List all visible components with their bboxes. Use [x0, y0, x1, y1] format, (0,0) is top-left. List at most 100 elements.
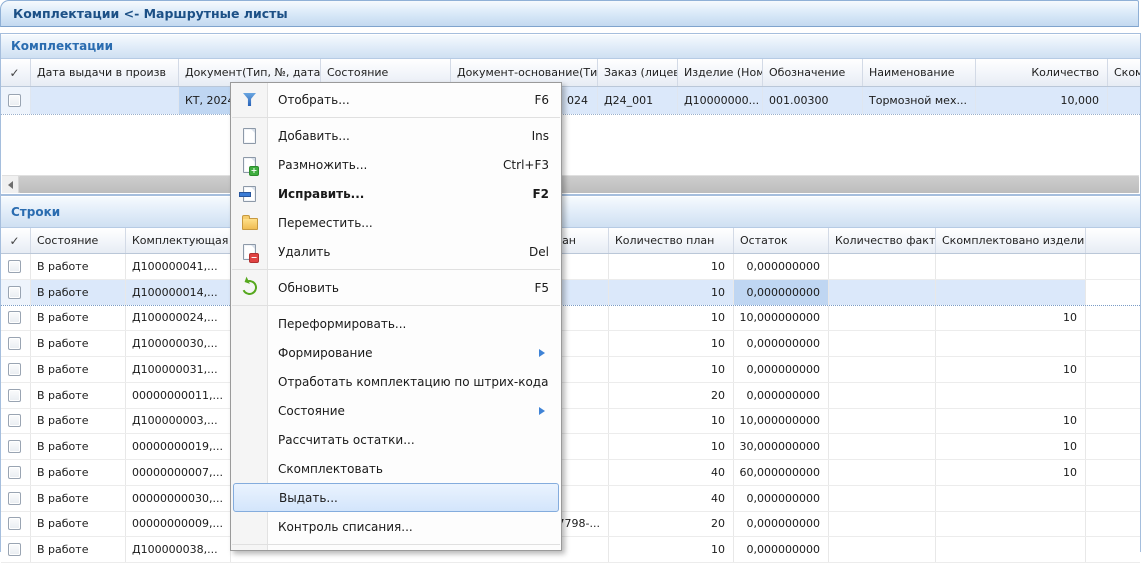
- table-cell[interactable]: Д10000000...: [678, 87, 763, 114]
- row-checkbox[interactable]: [8, 492, 21, 505]
- menu-item-переместить-[interactable]: Переместить...: [231, 208, 561, 237]
- table-cell[interactable]: 00000000030,...: [126, 486, 231, 511]
- menu-item-отобрать-[interactable]: Отобрать...F6: [231, 85, 561, 114]
- table-cell[interactable]: Тормозной мех...: [863, 87, 976, 114]
- table-cell[interactable]: 00000000009,...: [126, 512, 231, 537]
- horizontal-scrollbar[interactable]: [2, 175, 1139, 193]
- table-cell[interactable]: 30,000000000: [734, 434, 829, 459]
- menu-item-удалить[interactable]: −УдалитьDel: [231, 237, 561, 266]
- table-row[interactable]: В работеД100000038,...100,000000000: [1, 537, 1140, 563]
- menu-item-рассчитать-остатки-[interactable]: Рассчитать остатки...: [231, 425, 561, 454]
- table-cell[interactable]: 0,000000000: [734, 357, 829, 382]
- table-cell[interactable]: [829, 306, 936, 331]
- table-cell[interactable]: [829, 460, 936, 485]
- table-cell[interactable]: 0,000000000: [734, 254, 829, 279]
- table-cell[interactable]: 10: [936, 409, 1086, 434]
- column-header[interactable]: Ском: [1108, 59, 1140, 86]
- menu-item-формирование[interactable]: Формирование: [231, 338, 561, 367]
- table-cell[interactable]: [829, 383, 936, 408]
- table-cell[interactable]: 10: [936, 306, 1086, 331]
- row-checkbox[interactable]: [8, 260, 21, 273]
- table-cell[interactable]: Д100000030,...: [126, 331, 231, 356]
- table-cell[interactable]: [1108, 87, 1140, 114]
- menu-item-добавить-[interactable]: Добавить...Ins: [231, 121, 561, 150]
- table-cell[interactable]: [936, 280, 1086, 305]
- row-checkbox[interactable]: [8, 337, 21, 350]
- row-checkbox[interactable]: [8, 311, 21, 324]
- menu-item-выдать-[interactable]: Выдать...: [233, 483, 559, 512]
- table-cell[interactable]: [829, 409, 936, 434]
- scroll-left-button[interactable]: [2, 176, 19, 193]
- table-cell[interactable]: В работе: [31, 357, 126, 382]
- table-cell[interactable]: 0,000000000: [734, 512, 829, 537]
- column-header[interactable]: Остаток: [734, 228, 829, 253]
- table-row[interactable]: В работе00000000007,... 4060,000000000 10: [1, 460, 1140, 486]
- column-header[interactable]: Количество: [976, 59, 1108, 86]
- table-cell[interactable]: 10,000000000: [734, 306, 829, 331]
- menu-item-скомплектовать[interactable]: Скомплектовать: [231, 454, 561, 483]
- table-cell[interactable]: [31, 87, 179, 114]
- column-header[interactable]: Состояние: [31, 228, 126, 253]
- table-cell[interactable]: 00000000007,...: [126, 460, 231, 485]
- table-cell[interactable]: [936, 486, 1086, 511]
- table-cell[interactable]: 00000000019,...: [126, 434, 231, 459]
- column-header[interactable]: ✓: [1, 228, 31, 253]
- table-cell[interactable]: [829, 280, 936, 305]
- table-cell[interactable]: 10: [609, 306, 734, 331]
- table-cell[interactable]: 0,000000000: [734, 280, 829, 305]
- table-cell[interactable]: [829, 357, 936, 382]
- menu-item-исправить-[interactable]: Исправить...F2: [231, 179, 561, 208]
- row-checkbox[interactable]: [8, 414, 21, 427]
- table-cell[interactable]: 10: [609, 254, 734, 279]
- table-cell[interactable]: [936, 331, 1086, 356]
- table-cell[interactable]: 10: [609, 331, 734, 356]
- table-cell[interactable]: 10: [609, 357, 734, 382]
- table-cell[interactable]: 10: [936, 434, 1086, 459]
- table-row[interactable]: В работеД100000030,...100,000000000: [1, 331, 1140, 357]
- table-row[interactable]: В работе00000000019,...1030,00000000010: [1, 434, 1140, 460]
- table-cell[interactable]: В работе: [31, 280, 126, 305]
- table-cell[interactable]: 0,000000000: [734, 383, 829, 408]
- row-checkbox[interactable]: [8, 363, 21, 376]
- table-cell[interactable]: 20: [609, 512, 734, 537]
- row-checkbox[interactable]: [8, 440, 21, 453]
- table-cell[interactable]: 10: [936, 460, 1086, 485]
- table-cell[interactable]: [829, 331, 936, 356]
- table-cell[interactable]: В работе: [31, 383, 126, 408]
- column-header[interactable]: Скомплектовано изделий: [936, 228, 1086, 253]
- column-header[interactable]: Наименование: [863, 59, 976, 86]
- table-cell[interactable]: В работе: [31, 254, 126, 279]
- table-cell[interactable]: В работе: [31, 409, 126, 434]
- menu-item-отработать-комплектацию-по-штрих-кодам-[interactable]: Отработать комплектацию по штрих-кодам..…: [231, 367, 561, 396]
- column-header[interactable]: Обозначение: [763, 59, 863, 86]
- table-cell[interactable]: 0,000000000: [734, 486, 829, 511]
- column-header[interactable]: [1086, 228, 1140, 253]
- table-cell[interactable]: 10,000: [976, 87, 1108, 114]
- column-header[interactable]: Комплектующая: [126, 228, 231, 253]
- table-cell[interactable]: 10: [609, 409, 734, 434]
- table-cell[interactable]: 40: [609, 486, 734, 511]
- row-checkbox[interactable]: [8, 517, 21, 530]
- table-cell[interactable]: 0,000000000: [734, 331, 829, 356]
- table-cell[interactable]: 60,000000000: [734, 460, 829, 485]
- table-cell[interactable]: [936, 254, 1086, 279]
- table-cell[interactable]: [829, 434, 936, 459]
- table-row[interactable]: КТ, 2024024Д24_001Д10000000...001.00300Т…: [1, 87, 1140, 115]
- table-cell[interactable]: [829, 512, 936, 537]
- table-cell[interactable]: 40: [609, 460, 734, 485]
- table-row[interactable]: В работеД100000014,...100,000000000: [1, 280, 1140, 306]
- table-cell[interactable]: Д24_001: [598, 87, 678, 114]
- menu-item-размножить-[interactable]: +Размножить...Ctrl+F3: [231, 150, 561, 179]
- table-cell[interactable]: В работе: [31, 460, 126, 485]
- table-row[interactable]: В работеД100000003,...1010,00000000010: [1, 409, 1140, 435]
- table-cell[interactable]: [829, 486, 936, 511]
- table-row[interactable]: В работеД100000031,...100,00000000010: [1, 357, 1140, 383]
- table-cell[interactable]: Д100000041,...: [126, 254, 231, 279]
- table-cell[interactable]: В работе: [31, 434, 126, 459]
- table-cell[interactable]: [936, 383, 1086, 408]
- row-checkbox[interactable]: [8, 389, 21, 402]
- menu-item-контроль-списания-[interactable]: Контроль списания...: [231, 512, 561, 541]
- table-cell[interactable]: 10: [609, 280, 734, 305]
- table-cell[interactable]: Д100000024,...: [126, 306, 231, 331]
- table-cell[interactable]: В работе: [31, 306, 126, 331]
